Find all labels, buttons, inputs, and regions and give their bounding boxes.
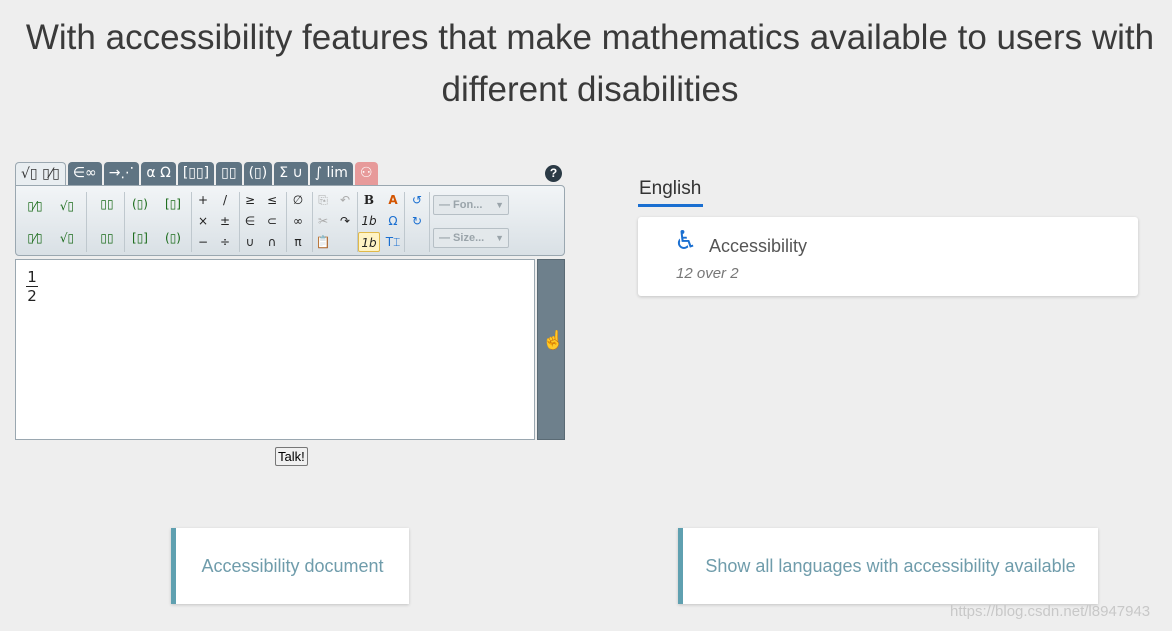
talk-button[interactable]: Talk! (275, 447, 308, 466)
tab-greek[interactable]: α Ω (141, 162, 176, 185)
toolbar-separator (429, 192, 430, 252)
help-icon[interactable]: ? (545, 165, 562, 182)
accessibility-document-button[interactable]: Accessibility document (171, 528, 409, 604)
times-button[interactable]: × (192, 211, 214, 231)
editor-toolbar: ▯⁄▯ √▯ ▯⁄▯ √▯ ▯▯ ▯▯ (▯) [▯] [▯] (▯) + / … (15, 185, 565, 256)
cut-icon[interactable]: ✂ (312, 211, 334, 231)
infinity-button[interactable]: ∞ (287, 211, 309, 231)
tab-matrices[interactable]: [▯▯] (177, 162, 215, 185)
tab-chemistry[interactable]: ⚇ (354, 162, 378, 185)
card-subtitle: 12 over 2 (676, 265, 739, 282)
text-mode-icon[interactable]: T⌶ (382, 232, 404, 252)
absolute-value-button[interactable]: [▯] (129, 228, 151, 248)
font-select[interactable]: — Fon... ▼ (433, 195, 509, 215)
wheelchair-icon: ♿ (674, 226, 698, 256)
divide-button[interactable]: ÷ (214, 232, 236, 252)
emptyset-button[interactable]: ∅ (287, 190, 309, 210)
page-heading: With accessibility features that make ma… (25, 18, 1155, 109)
element-of-button[interactable]: ∈ (239, 211, 261, 231)
tab-big-operators[interactable]: Σ ∪ (274, 162, 308, 185)
tab-general[interactable]: √▯ ▯⁄▯ (15, 162, 66, 186)
italic-button[interactable]: 1b (358, 211, 380, 231)
show-languages-button[interactable]: Show all languages with accessibility av… (678, 528, 1098, 604)
tab-underline (638, 204, 703, 207)
tab-scripts[interactable]: ▯▯ (216, 162, 242, 185)
plus-button[interactable]: + (192, 190, 214, 210)
size-select[interactable]: — Size... ▼ (433, 228, 509, 248)
chevron-down-icon: ▼ (495, 200, 504, 210)
brackets-button[interactable]: [▯] (162, 194, 184, 214)
formula-input-area[interactable]: 1 2 (15, 259, 535, 440)
superscript-button[interactable]: ▯▯ (96, 194, 118, 214)
handwriting-toggle[interactable]: ☝ (537, 259, 565, 440)
fraction-numerator: 1 (26, 268, 38, 287)
special-char-icon[interactable]: Ω (382, 211, 404, 231)
toolbar-separator (86, 192, 87, 252)
hand-pointer-icon: ☝ (542, 330, 565, 350)
paste-icon[interactable]: 📋 (312, 232, 334, 252)
rtl-icon[interactable]: ↺ (406, 190, 428, 210)
fraction-denominator: 2 (27, 287, 37, 305)
slash-button[interactable]: / (214, 190, 236, 210)
tab-english[interactable]: English (639, 178, 701, 200)
pi-button[interactable]: π (287, 232, 309, 252)
subset-button[interactable]: ⊂ (261, 211, 283, 231)
toolbar-separator (124, 192, 125, 252)
sqrt-button[interactable]: √▯ (56, 196, 78, 216)
minus-button[interactable]: − (192, 232, 214, 252)
fraction-formula: 1 2 (26, 268, 38, 305)
tab-decorations[interactable]: (▯) (243, 162, 273, 185)
fraction-button[interactable]: ▯⁄▯ (24, 196, 46, 216)
copy-icon[interactable]: ⎘ (312, 190, 334, 210)
plusminus-button[interactable]: ± (214, 211, 236, 231)
bevelled-fraction-button[interactable]: ▯⁄▯ (24, 228, 46, 248)
accessibility-card: ♿ Accessibility 12 over 2 (638, 217, 1138, 296)
intersection-button[interactable]: ∩ (261, 232, 283, 252)
tab-calculus[interactable]: ∫ lim (309, 162, 353, 185)
chevron-down-icon: ▼ (495, 233, 504, 243)
size-select-label: — Size... (439, 232, 485, 244)
font-select-label: — Fon... (439, 199, 483, 211)
union-button[interactable]: ∪ (239, 232, 261, 252)
leq-button[interactable]: ≤ (261, 190, 283, 210)
tab-symbols[interactable]: ∈∞ (67, 162, 102, 185)
subscript-button[interactable]: ▯▯ (96, 228, 118, 248)
watermark: https://blog.csdn.net/l8947943 (950, 603, 1151, 620)
parentheses-button[interactable]: (▯) (129, 194, 151, 214)
nroot-button[interactable]: √▯ (56, 228, 78, 248)
braces-button[interactable]: (▯) (162, 228, 184, 248)
text-color-icon[interactable]: A (382, 190, 404, 210)
italic-toggle-button[interactable]: 1b (358, 232, 380, 252)
geq-button[interactable]: ≥ (239, 190, 261, 210)
card-title: Accessibility (709, 236, 808, 256)
editor-tabs: √▯ ▯⁄▯ ∈∞ →⋰ α Ω [▯▯] ▯▯ (▯) Σ ∪ ∫ lim ⚇ (15, 162, 378, 186)
redo-icon[interactable]: ↷ (334, 211, 356, 231)
undo-icon[interactable]: ↶ (334, 190, 356, 210)
toolbar-separator (404, 192, 405, 252)
ltr-icon[interactable]: ↻ (406, 211, 428, 231)
tab-arrows[interactable]: →⋰ (103, 162, 140, 185)
bold-button[interactable]: B (358, 190, 380, 210)
